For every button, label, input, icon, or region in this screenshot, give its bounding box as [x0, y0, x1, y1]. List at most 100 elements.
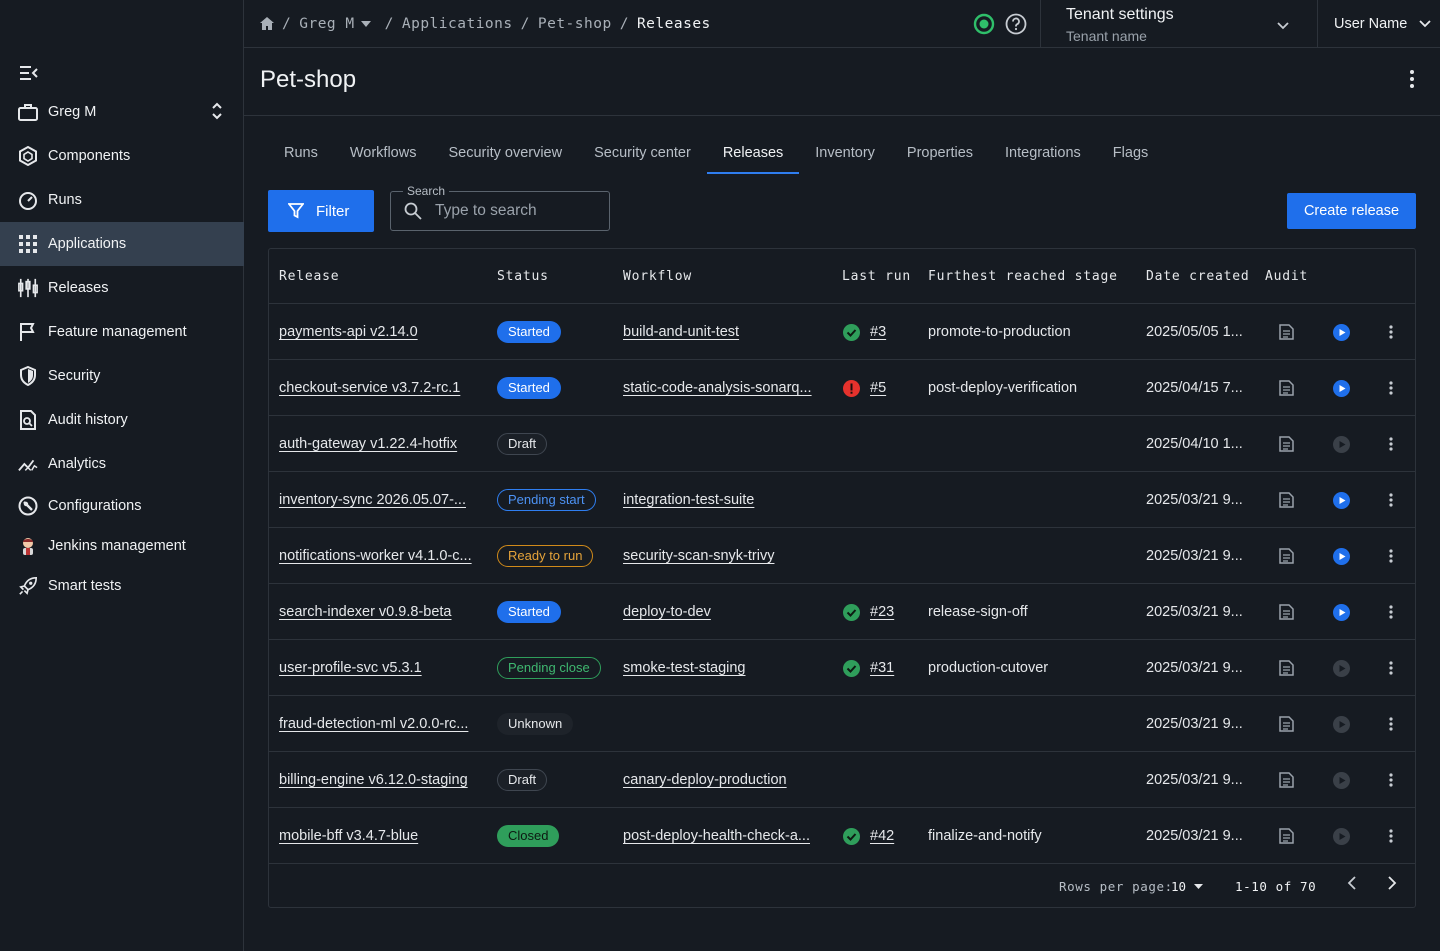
- play-icon[interactable]: [1332, 416, 1350, 472]
- release-link[interactable]: billing-engine v6.12.0-staging: [279, 772, 468, 788]
- audit-document-icon[interactable]: [1277, 472, 1295, 528]
- play-icon[interactable]: [1332, 472, 1350, 528]
- play-icon[interactable]: [1332, 696, 1350, 752]
- sidebar-item-applications[interactable]: Applications: [0, 222, 244, 266]
- row-more-options-icon[interactable]: [1387, 640, 1395, 696]
- row-more-options-icon[interactable]: [1387, 584, 1395, 640]
- home-icon[interactable]: [260, 17, 274, 30]
- audit-document-icon[interactable]: [1277, 584, 1295, 640]
- row-more-options-icon[interactable]: [1387, 416, 1395, 472]
- search-input[interactable]: [435, 200, 601, 222]
- breadcrumb-applications[interactable]: Applications: [402, 16, 513, 32]
- column-header-last-run[interactable]: Last run: [842, 269, 911, 284]
- last-run-link[interactable]: #42: [870, 828, 894, 844]
- last-run-link[interactable]: #3: [870, 324, 886, 340]
- audit-document-icon[interactable]: [1277, 640, 1295, 696]
- chevron-right-icon[interactable]: [1387, 875, 1397, 894]
- play-icon[interactable]: [1332, 528, 1350, 584]
- release-link[interactable]: fraud-detection-ml v2.0.0-rc...: [279, 716, 468, 732]
- user-menu[interactable]: User Name: [1334, 0, 1431, 48]
- last-run-link[interactable]: #23: [870, 604, 894, 620]
- audit-document-icon[interactable]: [1277, 304, 1295, 360]
- play-icon[interactable]: [1332, 640, 1350, 696]
- breadcrumb-org[interactable]: Greg M: [299, 16, 354, 32]
- workflow-link[interactable]: build-and-unit-test: [623, 324, 739, 340]
- workflow-link[interactable]: post-deploy-health-check-a...: [623, 828, 810, 844]
- row-more-options-icon[interactable]: [1387, 752, 1395, 808]
- play-icon[interactable]: [1332, 360, 1350, 416]
- release-link[interactable]: inventory-sync 2026.05.07-...: [279, 492, 466, 508]
- sidebar-item-releases[interactable]: Releases: [0, 266, 244, 310]
- chevron-up-down-icon[interactable]: [212, 102, 222, 123]
- workflow-link[interactable]: security-scan-snyk-trivy: [623, 548, 774, 564]
- create-release-button[interactable]: Create release: [1287, 193, 1416, 229]
- column-header-status[interactable]: Status: [497, 269, 549, 284]
- tab-workflows[interactable]: Workflows: [334, 132, 433, 174]
- audit-document-icon[interactable]: [1277, 416, 1295, 472]
- workflow-link[interactable]: deploy-to-dev: [623, 604, 711, 620]
- help-icon[interactable]: [1005, 13, 1027, 35]
- tab-security-center[interactable]: Security center: [578, 132, 707, 174]
- sidebar-item-org[interactable]: Greg M: [0, 90, 244, 134]
- release-link[interactable]: auth-gateway v1.22.4-hotfix: [279, 436, 457, 452]
- row-more-options-icon[interactable]: [1387, 528, 1395, 584]
- release-link[interactable]: user-profile-svc v5.3.1: [279, 660, 422, 676]
- audit-document-icon[interactable]: [1277, 808, 1295, 864]
- sidebar-item-jenkins-management[interactable]: Jenkins management: [0, 526, 244, 566]
- audit-document-icon[interactable]: [1277, 696, 1295, 752]
- tab-properties[interactable]: Properties: [891, 132, 989, 174]
- tab-runs[interactable]: Runs: [268, 132, 334, 174]
- collapse-menu-icon[interactable]: [18, 63, 40, 83]
- tab-releases[interactable]: Releases: [706, 132, 800, 174]
- sidebar-item-security[interactable]: Security: [0, 354, 244, 398]
- audit-document-icon[interactable]: [1277, 752, 1295, 808]
- row-more-options-icon[interactable]: [1387, 696, 1395, 752]
- health-status-icon[interactable]: [973, 13, 995, 35]
- sidebar-item-runs[interactable]: Runs: [0, 178, 244, 222]
- chevron-down-icon[interactable]: [360, 20, 371, 27]
- release-link[interactable]: mobile-bff v3.4.7-blue: [279, 828, 418, 844]
- workflow-link[interactable]: canary-deploy-production: [623, 772, 787, 788]
- sidebar-item-audit-history[interactable]: Audit history: [0, 398, 244, 442]
- audit-document-icon[interactable]: [1277, 528, 1295, 584]
- sidebar-item-feature-management[interactable]: Feature management: [0, 310, 244, 354]
- cube-icon: [18, 146, 38, 166]
- sidebar-item-configurations[interactable]: Configurations: [0, 486, 244, 526]
- more-options-icon[interactable]: [1410, 70, 1414, 91]
- filter-button[interactable]: Filter: [268, 190, 374, 232]
- play-icon[interactable]: [1332, 304, 1350, 360]
- tab-integrations[interactable]: Integrations: [989, 132, 1097, 174]
- release-link[interactable]: payments-api v2.14.0: [279, 324, 418, 340]
- last-run-link[interactable]: #5: [870, 380, 886, 396]
- tab-inventory[interactable]: Inventory: [799, 132, 891, 174]
- last-run-link[interactable]: #31: [870, 660, 894, 676]
- workflow-link[interactable]: integration-test-suite: [623, 492, 754, 508]
- row-more-options-icon[interactable]: [1387, 808, 1395, 864]
- audit-document-icon[interactable]: [1277, 360, 1295, 416]
- play-icon[interactable]: [1332, 584, 1350, 640]
- breadcrumb-app[interactable]: Pet-shop: [538, 16, 612, 32]
- sidebar-item-components[interactable]: Components: [0, 134, 244, 178]
- workflow-link[interactable]: smoke-test-staging: [623, 660, 746, 676]
- tab-security-overview[interactable]: Security overview: [432, 132, 578, 174]
- play-icon[interactable]: [1332, 808, 1350, 864]
- tab-flags[interactable]: Flags: [1097, 132, 1164, 174]
- column-header-release[interactable]: Release: [279, 269, 339, 284]
- rocket-icon: [18, 576, 38, 596]
- sidebar-item-smart-tests[interactable]: Smart tests: [0, 566, 244, 606]
- row-more-options-icon[interactable]: [1387, 360, 1395, 416]
- release-link[interactable]: search-indexer v0.9.8-beta: [279, 604, 452, 620]
- row-more-options-icon[interactable]: [1387, 304, 1395, 360]
- release-link[interactable]: notifications-worker v4.1.0-c...: [279, 548, 472, 564]
- chevron-left-icon[interactable]: [1347, 875, 1357, 894]
- column-header-furthest-stage[interactable]: Furthest reached stage: [928, 269, 1118, 284]
- column-header-workflow[interactable]: Workflow: [623, 269, 692, 284]
- row-more-options-icon[interactable]: [1387, 472, 1395, 528]
- release-link[interactable]: checkout-service v3.7.2-rc.1: [279, 380, 460, 396]
- tenant-settings-dropdown[interactable]: Tenant settings Tenant name: [1040, 0, 1318, 48]
- column-header-date-created[interactable]: Date created: [1146, 269, 1250, 284]
- sidebar-item-analytics[interactable]: Analytics: [0, 442, 244, 486]
- workflow-link[interactable]: static-code-analysis-sonarq...: [623, 380, 812, 396]
- play-icon[interactable]: [1332, 752, 1350, 808]
- rows-per-page-select[interactable]: 10: [1171, 879, 1204, 894]
